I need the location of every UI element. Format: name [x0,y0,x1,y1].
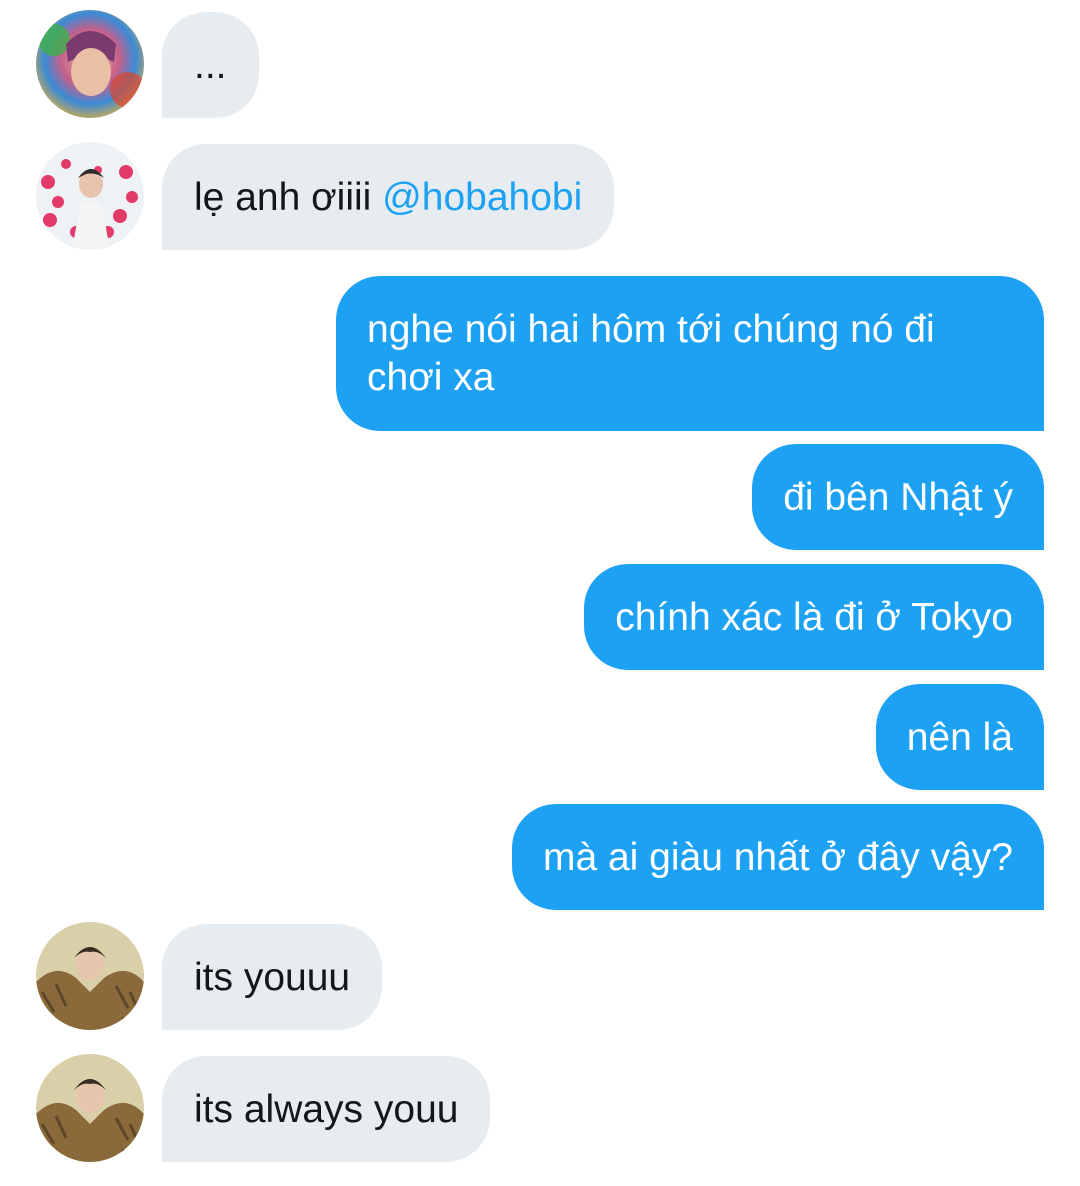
message-text: nên là [906,716,1013,759]
message-bubble[interactable]: nghe nói hai hôm tới chúng nó đi chơi xa [336,276,1044,431]
message-bubble[interactable]: its always youu [162,1056,491,1162]
avatar-photo [36,142,144,250]
user-mention-link[interactable]: @hobahobi [382,176,582,219]
avatar-photo [36,10,144,118]
message-text: đi bên Nhật ý [783,476,1013,519]
message-bubble[interactable]: chính xác là đi ở Tokyo [584,564,1044,670]
message-text: chính xác là đi ở Tokyo [615,596,1013,639]
message-bubble[interactable]: mà ai giàu nhất ở đây vậy? [511,804,1044,910]
message-bubble[interactable]: its youuu [162,924,383,1030]
message-text: nghe nói hai hôm tới chúng nó đi chơi xa [367,308,935,399]
message-bubble[interactable]: đi bên Nhật ý [752,444,1044,550]
message-text: its always youu [194,1088,459,1131]
avatar[interactable] [36,922,144,1030]
message-bubble[interactable]: ... [162,12,259,118]
avatar[interactable] [36,10,144,118]
avatar-photo [36,1054,144,1162]
avatar-photo [36,922,144,1030]
message-bubble[interactable]: lẹ anh ơiiii @hobahobi [162,144,615,250]
message-text: mà ai giàu nhất ở đây vậy? [542,836,1013,879]
message-text: ... [194,44,227,87]
message-bubble[interactable]: nên là [875,684,1044,790]
message-text: lẹ anh ơiiii [194,176,383,219]
avatar[interactable] [36,1054,144,1162]
avatar[interactable] [36,142,144,250]
message-text: its youuu [194,956,351,999]
